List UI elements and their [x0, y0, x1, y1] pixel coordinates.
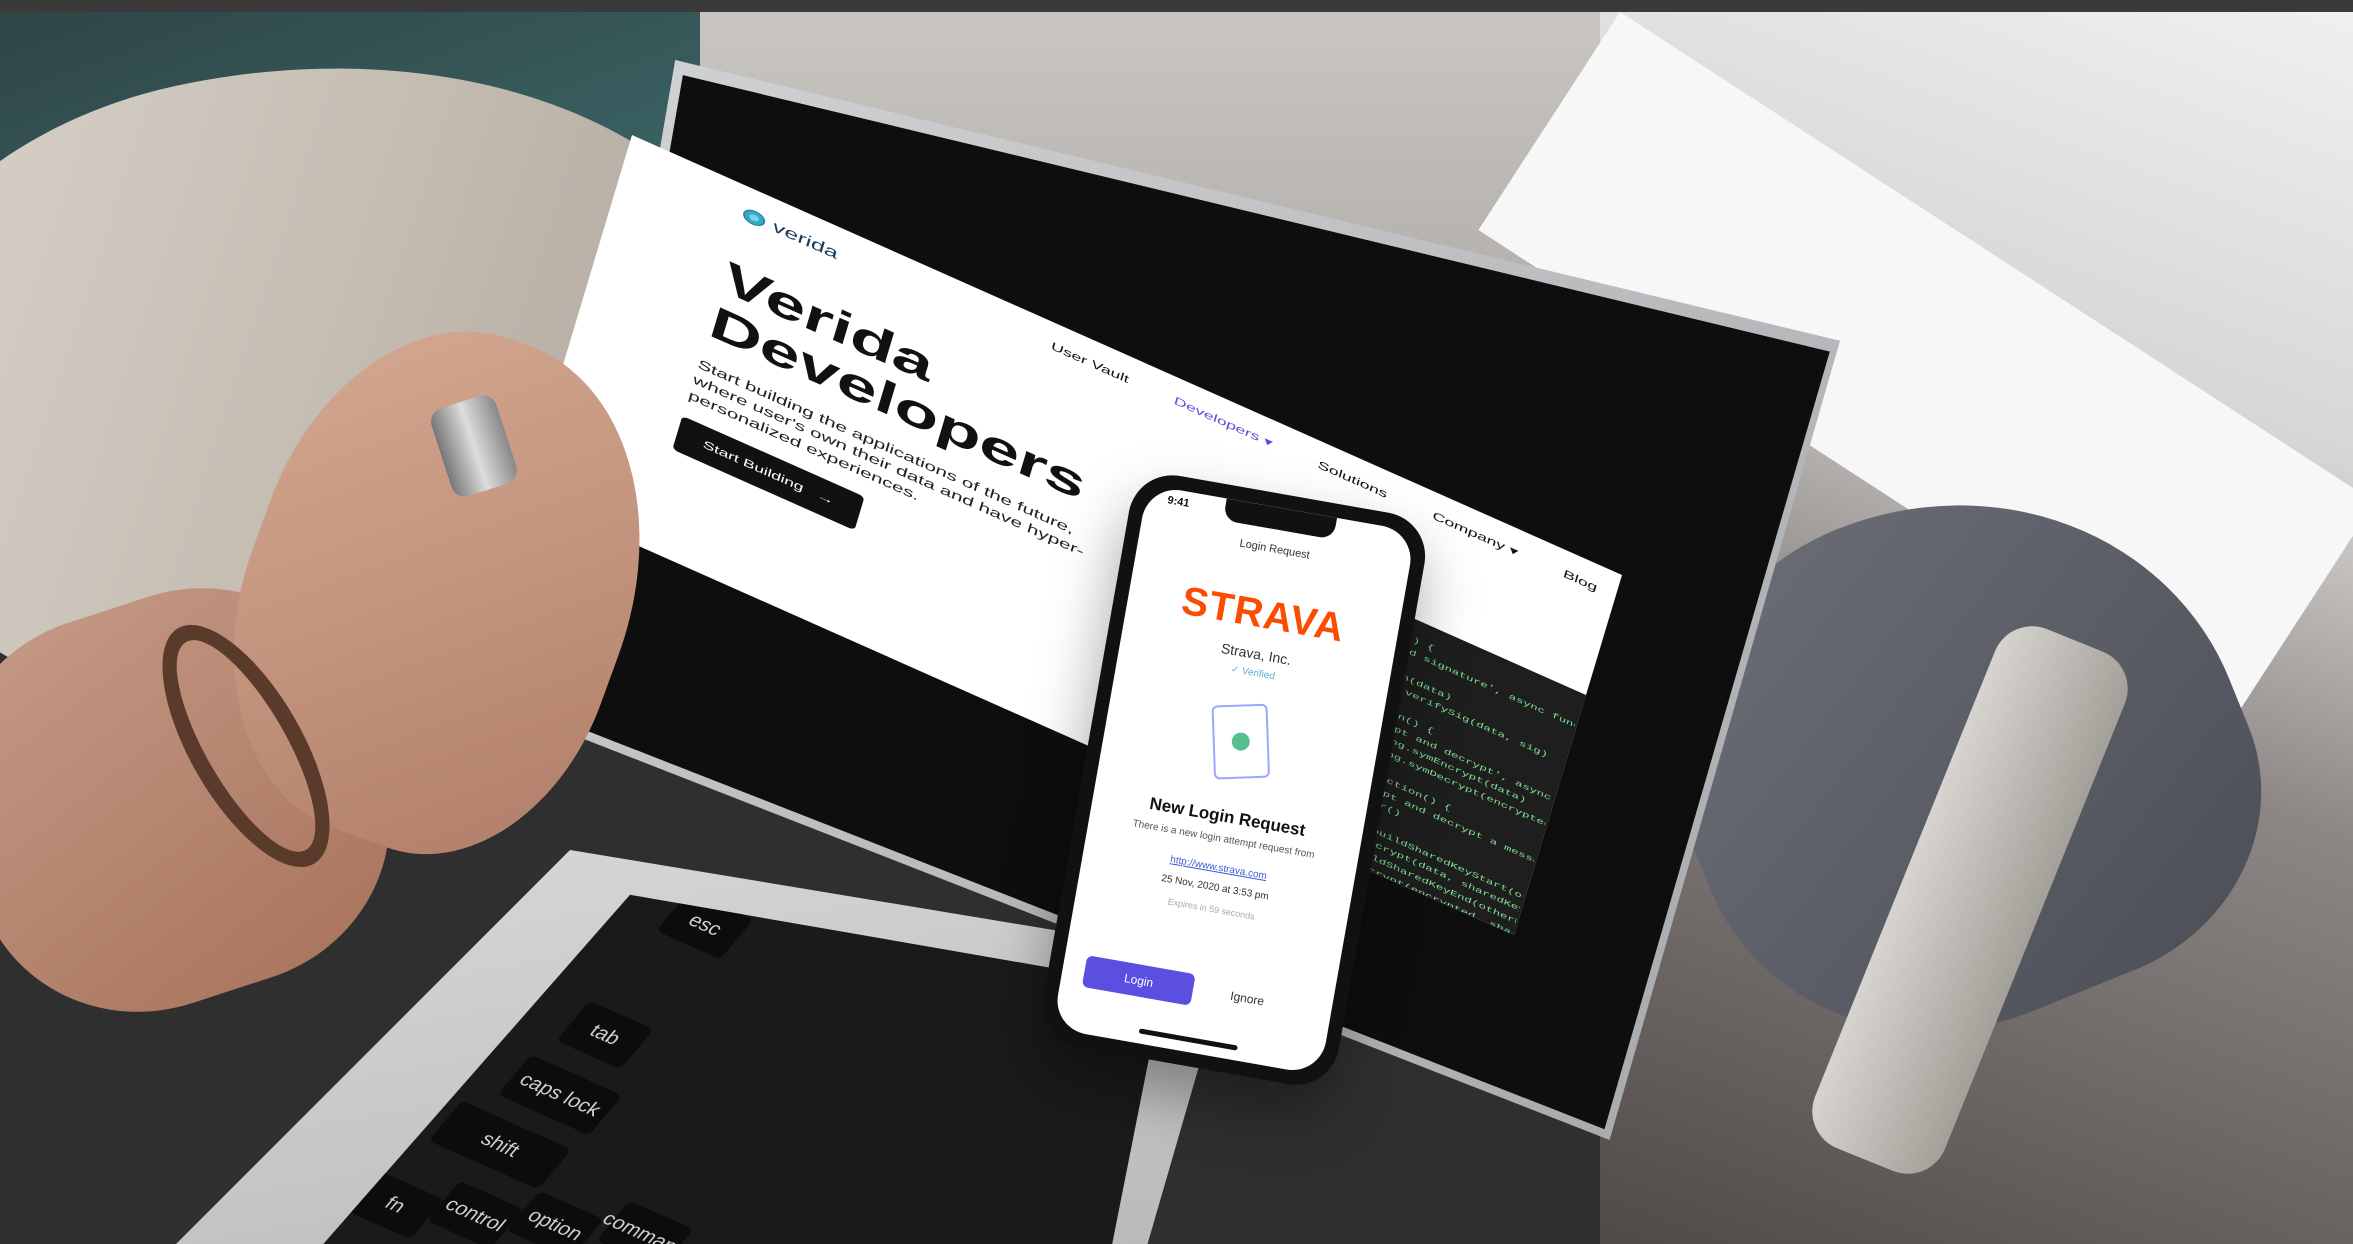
ignore-button[interactable]: Ignore	[1229, 989, 1265, 1009]
photo-scene: esc tab caps lock shift fn control optio…	[0, 0, 2353, 1244]
key-caps-lock: caps lock	[497, 1054, 623, 1136]
arrow-right-icon: →	[815, 488, 836, 508]
nav-blog[interactable]: Blog	[1562, 567, 1599, 594]
key-tab: tab	[556, 1000, 654, 1070]
key-option: option	[506, 1190, 604, 1244]
device-check-icon	[1211, 703, 1271, 780]
phone-notch	[1222, 498, 1338, 540]
key-command: command	[596, 1200, 694, 1244]
key-control: control	[426, 1180, 524, 1244]
phone-time: 9:41	[1166, 494, 1191, 510]
home-indicator	[1138, 1028, 1238, 1051]
top-strip	[0, 0, 2353, 12]
verida-logo-icon	[741, 206, 767, 230]
check-icon	[1231, 732, 1251, 751]
logo-text: verida	[770, 217, 841, 263]
login-button[interactable]: Login	[1081, 955, 1196, 1006]
